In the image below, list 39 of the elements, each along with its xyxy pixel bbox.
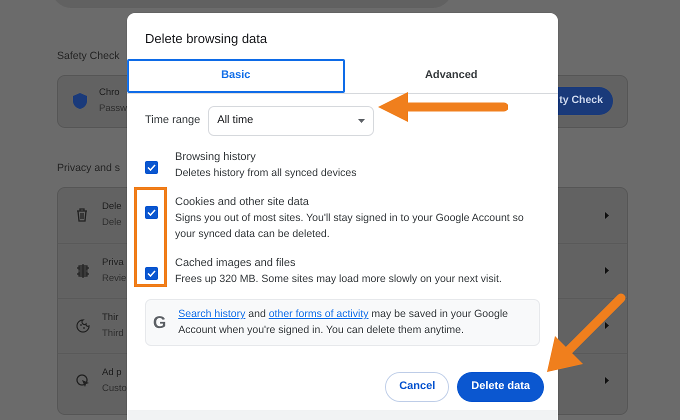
shield-icon [73,93,87,110]
check-icon [147,270,156,276]
google-g-icon: G [153,314,166,330]
checkbox[interactable] [145,160,158,174]
checkbox[interactable] [145,266,158,280]
info-text: Search history and other forms of activity may be saved in your Google Account when you're signed in. You can delete them anytime. [178,307,509,338]
ad-cursor-icon [76,374,90,388]
check-icon [147,208,156,216]
option-title: Cookies and other site data [175,194,310,210]
link[interactable]: Search history [178,308,246,320]
delete-button[interactable]: Delete data [457,372,544,402]
caret-icon [358,118,366,122]
checkbox[interactable] [145,206,158,218]
tab[interactable]: Basic [127,58,344,92]
option-description: Deletes history from all synced devices [175,166,358,180]
option-description: Frees up 320 MB. Some sites may load more slowly on your next visit. [175,272,503,286]
sliders-icon [76,264,90,278]
chevron-right-icon [605,212,609,218]
row-title: Ad p [102,366,123,380]
time-range-dropdown[interactable]: All time [208,106,374,136]
cancel-button[interactable]: Cancel [385,372,450,402]
section-title: Safety Check [57,49,120,64]
trash-icon [76,208,88,222]
option-title: Browsing history [175,150,257,164]
row-title: Chro [99,86,121,100]
row-title: Priva [102,256,125,270]
chevron-right-icon [605,377,609,384]
link[interactable]: other forms of activity [268,308,368,320]
time-range-label: Time range [145,113,200,128]
cookie-icon [76,318,90,332]
chevron-right-icon [605,322,609,329]
dialog-title: Delete browsing data [145,30,268,48]
option-title: Cached images and files [175,256,296,270]
option-description: Signs you out of most sites. You'll stay signed in to your Google Account so your synced data can be deleted. [175,210,525,242]
chevron-right-icon [605,267,609,274]
check-icon [147,164,156,170]
row-title: Thir [102,310,120,324]
section-title: Privacy and s [57,160,120,176]
row-title: Dele [102,200,122,214]
